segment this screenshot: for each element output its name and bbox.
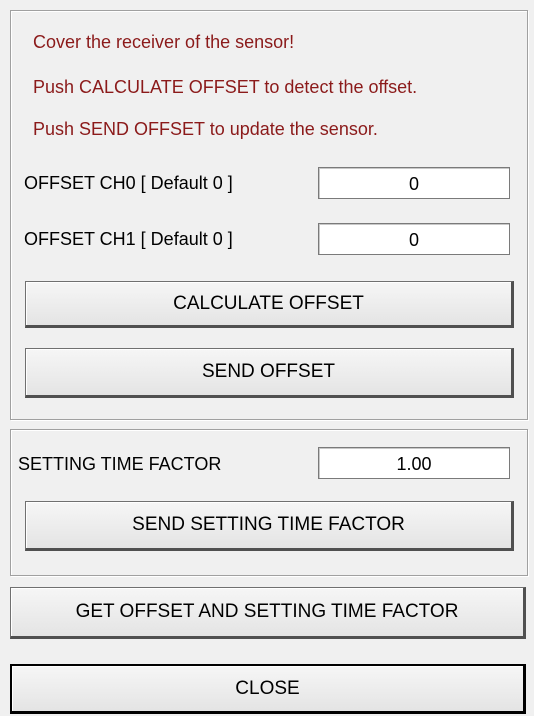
instruction-line-2: Push CALCULATE OFFSET to detect the offs…: [33, 77, 418, 97]
instruction-line-1: Cover the receiver of the sensor!: [33, 32, 295, 52]
offset-ch1-field[interactable]: 0: [318, 223, 510, 255]
offset-ch0-field[interactable]: 0: [318, 167, 510, 199]
setting-time-factor-field[interactable]: 1.00: [318, 447, 510, 479]
close-button[interactable]: CLOSE: [10, 664, 526, 714]
get-offset-and-time-factor-button[interactable]: GET OFFSET AND SETTING TIME FACTOR: [10, 587, 526, 639]
instruction-line-3: Push SEND OFFSET to update the sensor.: [33, 119, 378, 139]
send-setting-time-factor-button[interactable]: SEND SETTING TIME FACTOR: [25, 501, 514, 551]
offset-ch0-label: OFFSET CH0 [ Default 0 ]: [24, 173, 233, 193]
calculate-offset-button[interactable]: CALCULATE OFFSET: [25, 281, 514, 328]
setting-time-factor-label: SETTING TIME FACTOR: [18, 454, 222, 474]
send-offset-button[interactable]: SEND OFFSET: [25, 348, 514, 398]
offset-ch1-label: OFFSET CH1 [ Default 0 ]: [24, 229, 233, 249]
